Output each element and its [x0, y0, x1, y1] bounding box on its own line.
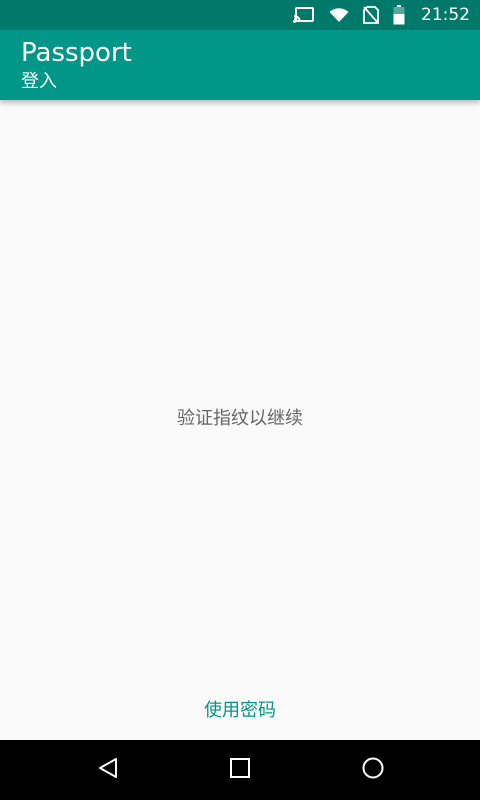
home-button[interactable]	[200, 740, 280, 800]
status-icons: 21:52	[293, 0, 470, 30]
recents-button[interactable]	[333, 740, 413, 800]
use-password-button[interactable]: 使用密码	[190, 697, 290, 725]
battery-icon	[393, 5, 405, 25]
no-sim-icon	[363, 6, 379, 24]
app-title: Passport	[21, 38, 132, 68]
navigation-bar	[0, 740, 480, 800]
recents-icon	[361, 756, 385, 784]
app-bar: Passport 登入	[0, 30, 480, 100]
status-bar: 21:52	[0, 0, 480, 30]
app-subtitle: 登入	[21, 71, 57, 92]
cast-icon	[293, 7, 315, 23]
wifi-icon	[329, 7, 349, 23]
fingerprint-prompt: 验证指纹以继续	[177, 408, 303, 429]
back-icon	[97, 757, 119, 783]
home-icon	[229, 757, 251, 783]
status-clock: 21:52	[421, 5, 470, 25]
back-button[interactable]	[68, 740, 148, 800]
